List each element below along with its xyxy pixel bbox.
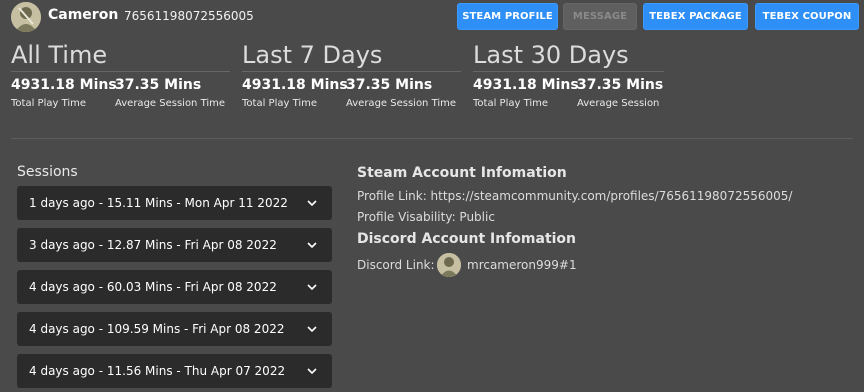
chevron-down-icon: [307, 368, 317, 375]
session-item[interactable]: 3 days ago - 12.87 Mins - Fri Apr 08 202…: [17, 228, 332, 262]
discord-avatar: [437, 253, 461, 277]
stat-period-title: Last 7 Days: [242, 41, 383, 69]
discord-info-heading: Discord Account Infomation: [357, 231, 577, 247]
avg-session-label: Average Session Time: [115, 98, 226, 109]
tebex-package-button[interactable]: TEBEX PACKAGE: [643, 3, 748, 30]
message-button[interactable]: MESSAGE: [563, 3, 637, 30]
steam-profile-visibility: Profile Visability: Public: [357, 210, 495, 224]
avg-session-value: 37.35 Mins: [115, 77, 202, 93]
header: Cameron 76561198072556005 STEAM PROFILE …: [0, 0, 864, 34]
steam-profile-button[interactable]: STEAM PROFILE: [457, 3, 558, 30]
session-item[interactable]: 1 days ago - 15.11 Mins - Mon Apr 11 202…: [17, 186, 332, 220]
total-play-time-value: 4931.18 Mins: [242, 77, 348, 93]
steam-id: 76561198072556005: [124, 9, 254, 23]
user-avatar[interactable]: [11, 2, 41, 32]
tebex-coupon-button[interactable]: TEBEX COUPON: [755, 3, 859, 30]
chevron-down-icon: [307, 200, 317, 207]
session-item[interactable]: 4 days ago - 60.03 Mins - Fri Apr 08 202…: [17, 270, 332, 304]
session-label: 4 days ago - 60.03 Mins - Fri Apr 08 202…: [29, 280, 277, 294]
steam-info-heading: Steam Account Infomation: [357, 165, 567, 181]
chevron-down-icon: [307, 284, 317, 291]
stat-period-title: Last 30 Days: [473, 41, 629, 69]
avg-session-value: 37.35 Mins: [577, 77, 664, 93]
session-label: 4 days ago - 11.56 Mins - Thu Apr 07 202…: [29, 364, 286, 378]
section-divider: [11, 138, 853, 139]
chevron-down-icon: [307, 326, 317, 333]
total-play-time-value: 4931.18 Mins: [473, 77, 579, 93]
discord-link-label: Discord Link:: [357, 258, 435, 272]
session-label: 4 days ago - 109.59 Mins - Fri Apr 08 20…: [29, 322, 285, 336]
session-label: 3 days ago - 12.87 Mins - Fri Apr 08 202…: [29, 238, 277, 252]
stat-period-title: All Time: [11, 41, 108, 69]
total-play-time-label: Total Play Time: [473, 98, 549, 109]
avg-session-label: Average Session: [577, 98, 660, 109]
stat-divider: [242, 71, 461, 72]
discord-username[interactable]: mrcameron999#1: [467, 258, 577, 272]
sessions-title: Sessions: [17, 164, 78, 180]
user-name: Cameron: [48, 7, 119, 23]
session-item[interactable]: 4 days ago - 109.59 Mins - Fri Apr 08 20…: [17, 312, 332, 346]
total-play-time-value: 4931.18 Mins: [11, 77, 117, 93]
steam-profile-link[interactable]: Profile Link: https://steamcommunity.com…: [357, 189, 792, 203]
session-item[interactable]: 4 days ago - 11.56 Mins - Thu Apr 07 202…: [17, 354, 332, 388]
total-play-time-label: Total Play Time: [242, 98, 318, 109]
total-play-time-label: Total Play Time: [11, 98, 87, 109]
session-label: 1 days ago - 15.11 Mins - Mon Apr 11 202…: [29, 196, 288, 210]
chevron-down-icon: [307, 242, 317, 249]
avg-session-label: Average Session Time: [346, 98, 457, 109]
avg-session-value: 37.35 Mins: [346, 77, 433, 93]
stat-divider: [11, 71, 230, 72]
stat-divider: [473, 71, 664, 72]
